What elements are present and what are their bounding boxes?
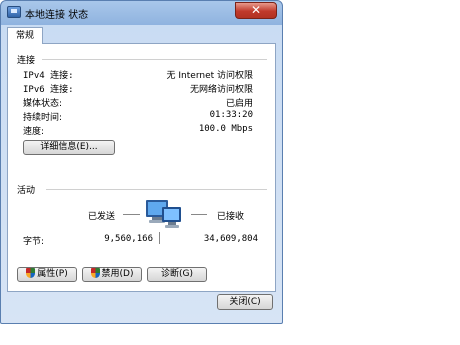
sent-line (123, 214, 140, 215)
bytes-received-value: 34,609,804 (203, 234, 258, 244)
activity-heading: 活动 (17, 186, 36, 196)
received-line (191, 214, 207, 215)
bytes-sent-value: 9,560,166 (104, 234, 153, 244)
network-computers-icon (146, 200, 181, 228)
general-panel: 连接 IPv4 连接: 无 Internet 访问权限 IPv6 连接: 无网络… (7, 43, 276, 292)
media-state-value: 已启用 (225, 99, 253, 109)
activity-divider (46, 189, 267, 190)
details-button[interactable]: 详细信息(E)... (23, 140, 115, 155)
ipv4-label: IPv4 连接: (23, 71, 74, 81)
activity-divider-tick (159, 232, 160, 244)
properties-button-label: 属性(P) (37, 269, 68, 279)
diagnose-button[interactable]: 诊断(G) (147, 267, 207, 282)
ipv6-label: IPv6 连接: (23, 85, 74, 95)
connection-status-window: 本地连接 状态 ✕ 常规 连接 IPv4 连接: 无 Internet 访问权限… (0, 0, 283, 324)
duration-value: 01:33:20 (209, 110, 253, 120)
speed-value: 100.0 Mbps (198, 124, 253, 134)
duration-label: 持续时间: (23, 113, 63, 123)
received-label: 已接收 (217, 212, 245, 222)
tab-general[interactable]: 常规 (7, 27, 43, 44)
window-title: 本地连接 状态 (25, 10, 89, 21)
title-bar: 本地连接 状态 ✕ (1, 1, 282, 23)
bytes-label: 字节: (23, 237, 45, 247)
connection-divider (42, 59, 267, 60)
window-close-button[interactable]: ✕ (235, 2, 277, 19)
dialog-body: 常规 连接 IPv4 连接: 无 Internet 访问权限 IPv6 连接: … (7, 25, 276, 292)
properties-button[interactable]: 属性(P) (17, 267, 77, 282)
network-connection-icon (7, 6, 21, 18)
sent-label: 已发送 (88, 212, 116, 222)
disable-button-label: 禁用(D) (101, 269, 134, 279)
media-state-label: 媒体状态: (23, 99, 63, 109)
uac-shield-icon (90, 268, 100, 278)
ipv4-value: 无 Internet 访问权限 (166, 71, 253, 81)
uac-shield-icon (26, 268, 36, 278)
ipv6-value: 无网络访问权限 (189, 85, 253, 95)
close-button[interactable]: 关闭(C) (217, 294, 273, 310)
speed-label: 速度: (23, 127, 45, 137)
connection-heading: 连接 (17, 56, 36, 66)
disable-button[interactable]: 禁用(D) (82, 267, 142, 282)
